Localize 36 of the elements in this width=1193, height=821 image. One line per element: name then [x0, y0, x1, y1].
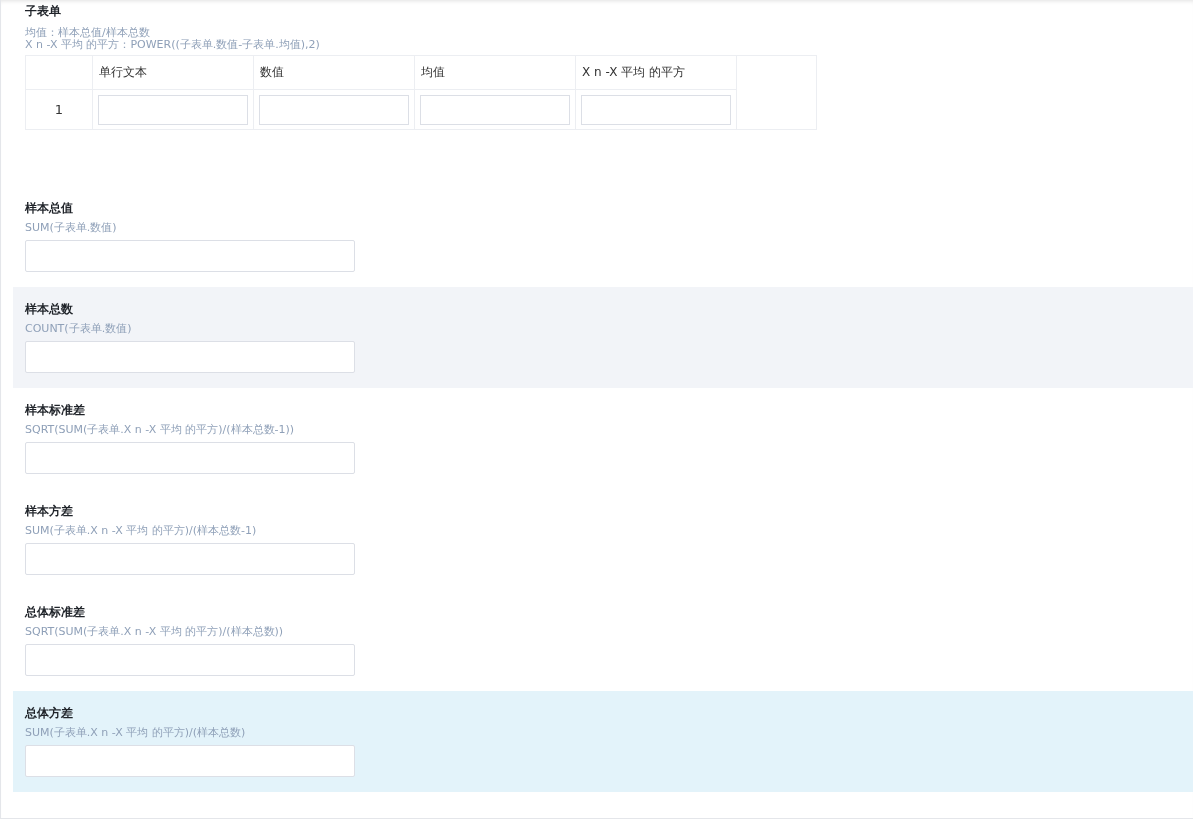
- form-field-row[interactable]: 样本方差 SUM(子表单.X n -X 平均 的平方)/(样本总数-1): [13, 489, 1193, 590]
- column-header: X n -X 平均 的平方: [575, 55, 737, 90]
- row-number: 1: [25, 89, 93, 130]
- formula-hint: SUM(子表单.数值): [25, 221, 118, 235]
- field-label: 样本总值: [25, 200, 74, 216]
- column-header: 均值: [414, 55, 576, 90]
- cell-input[interactable]: [420, 94, 570, 125]
- form-field-row[interactable]: 样本总值 SUM(子表单.数值): [13, 186, 1193, 287]
- formula-hint: SQRT(SUM(子表单.X n -X 平均 的平方)/(样本总数-1)): [25, 423, 296, 437]
- cell-input[interactable]: [581, 94, 731, 125]
- formula-hint: SUM(子表单.X n -X 平均 的平方)/(样本总数): [25, 726, 247, 740]
- column-header: 单行文本: [92, 55, 254, 90]
- input-field[interactable]: [25, 341, 355, 373]
- field-label: 样本总数: [25, 301, 74, 317]
- subform-title: 子表单: [25, 3, 62, 19]
- column-header: 数值: [253, 55, 415, 90]
- formula-hint: COUNT(子表单.数值): [25, 322, 133, 336]
- form-field-row[interactable]: 总体标准差 SQRT(SUM(子表单.X n -X 平均 的平方)/(样本总数)): [13, 590, 1193, 691]
- input-field[interactable]: [25, 745, 355, 777]
- formula-hint: 均值：样本总值/样本总数: [25, 27, 151, 39]
- form-field-row[interactable]: 总体方差 SUM(子表单.X n -X 平均 的平方)/(样本总数): [13, 691, 1193, 792]
- cell-input[interactable]: [98, 94, 248, 125]
- formula-hint: SUM(子表单.X n -X 平均 的平方)/(样本总数-1): [25, 524, 258, 538]
- input-field[interactable]: [25, 442, 355, 474]
- field-label: 总体方差: [25, 705, 74, 721]
- cell-input[interactable]: [259, 94, 409, 125]
- field-label: 总体标准差: [25, 604, 86, 620]
- input-field[interactable]: [25, 240, 355, 272]
- formula-hint: SQRT(SUM(子表单.X n -X 平均 的平方)/(样本总数)): [25, 625, 285, 639]
- formula-hint: X n -X 平均 的平方：POWER((子表单.数值-子表单.均值),2): [25, 39, 321, 51]
- input-field[interactable]: [25, 644, 355, 676]
- input-field[interactable]: [25, 543, 355, 575]
- field-label: 样本方差: [25, 503, 74, 519]
- form-field-row[interactable]: 样本总数 COUNT(子表单.数值): [13, 287, 1193, 388]
- form-field-row[interactable]: 样本标准差 SQRT(SUM(子表单.X n -X 平均 的平方)/(样本总数-1)): [13, 388, 1193, 489]
- field-label: 样本标准差: [25, 402, 86, 418]
